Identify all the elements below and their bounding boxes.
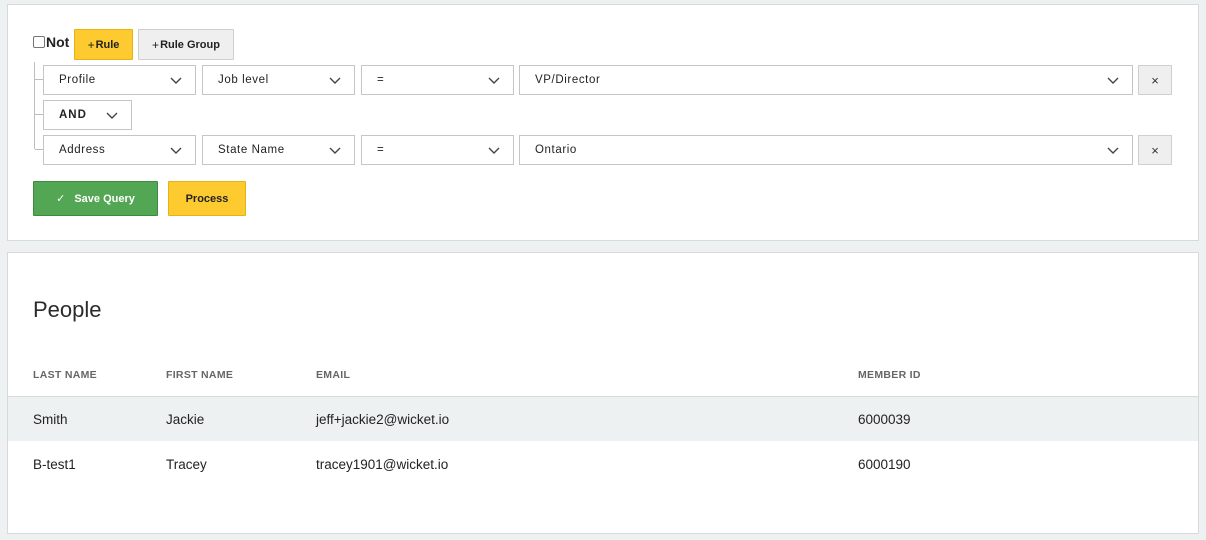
rule-1-field-select[interactable]: Job level [202, 65, 355, 95]
select-value: Job level [218, 74, 269, 86]
close-icon: × [1151, 142, 1159, 158]
chevron-down-icon [488, 147, 500, 154]
chevron-down-icon [1107, 77, 1119, 84]
rule-1-field-group-select[interactable]: Profile [43, 65, 196, 95]
select-value: VP/Director [535, 74, 601, 86]
remove-rule-2-button[interactable]: × [1138, 135, 1172, 165]
cell-member-id: 6000190 [858, 457, 911, 472]
rule-connector [35, 149, 43, 150]
query-builder-panel: Not + Rule + Rule Group Profile Job leve… [7, 4, 1199, 241]
plus-icon: + [152, 37, 160, 52]
cell-last-name: B-test1 [33, 457, 76, 472]
not-checkbox[interactable] [33, 36, 45, 48]
rule-2-field-group-select[interactable]: Address [43, 135, 196, 165]
rule-1-operator-select[interactable]: = [361, 65, 514, 95]
chevron-down-icon [329, 147, 341, 154]
add-rule-label: Rule [95, 38, 120, 51]
rule-tree-line [34, 62, 41, 149]
chevron-down-icon [106, 112, 118, 119]
chevron-down-icon [170, 147, 182, 154]
cell-member-id: 6000039 [858, 412, 911, 427]
select-value: = [377, 74, 385, 86]
add-rule-group-label: Rule Group [160, 38, 220, 51]
not-toggle[interactable]: Not [33, 34, 69, 50]
add-rule-group-button[interactable]: + Rule Group [138, 29, 234, 60]
chevron-down-icon [488, 77, 500, 84]
column-header-first-name[interactable]: FIRST NAME [166, 369, 233, 381]
rule-2-field-select[interactable]: State Name [202, 135, 355, 165]
rule-connector [35, 79, 43, 80]
people-panel: People LAST NAME FIRST NAME EMAIL MEMBER… [7, 252, 1199, 534]
select-value: Ontario [535, 144, 577, 156]
table-row[interactable]: B-test1 Tracey tracey1901@wicket.io 6000… [8, 442, 1198, 486]
process-button[interactable]: Process [168, 181, 246, 216]
save-query-button[interactable]: ✓ Save Query [33, 181, 158, 216]
remove-rule-1-button[interactable]: × [1138, 65, 1172, 95]
cell-email: jeff+jackie2@wicket.io [316, 412, 450, 427]
check-icon: ✓ [56, 193, 66, 205]
process-label: Process [185, 192, 229, 205]
save-query-label: Save Query [74, 192, 135, 205]
rule-2-operator-select[interactable]: = [361, 135, 514, 165]
close-icon: × [1151, 72, 1159, 88]
rule-2-value-select[interactable]: Ontario [519, 135, 1133, 165]
cell-email: tracey1901@wicket.io [316, 457, 449, 472]
column-header-email[interactable]: EMAIL [316, 369, 350, 381]
plus-icon: + [87, 37, 95, 52]
column-header-last-name[interactable]: LAST NAME [33, 369, 97, 381]
cell-last-name: Smith [33, 412, 68, 427]
cell-first-name: Tracey [166, 457, 207, 472]
select-value: Address [59, 144, 106, 156]
chevron-down-icon [329, 77, 341, 84]
rule-connector [35, 114, 43, 115]
select-value: Profile [59, 74, 96, 86]
select-value: State Name [218, 144, 285, 156]
not-label: Not [46, 34, 70, 50]
cell-first-name: Jackie [166, 412, 205, 427]
combinator-select[interactable]: AND [43, 100, 132, 130]
page-title: People [33, 297, 102, 322]
add-rule-button[interactable]: + Rule [74, 29, 133, 60]
select-value: AND [59, 109, 87, 121]
chevron-down-icon [170, 77, 182, 84]
rule-1-value-select[interactable]: VP/Director [519, 65, 1133, 95]
select-value: = [377, 144, 385, 156]
column-header-member-id[interactable]: MEMBER ID [858, 369, 921, 381]
chevron-down-icon [1107, 147, 1119, 154]
table-row[interactable]: Smith Jackie jeff+jackie2@wicket.io 6000… [8, 397, 1198, 441]
